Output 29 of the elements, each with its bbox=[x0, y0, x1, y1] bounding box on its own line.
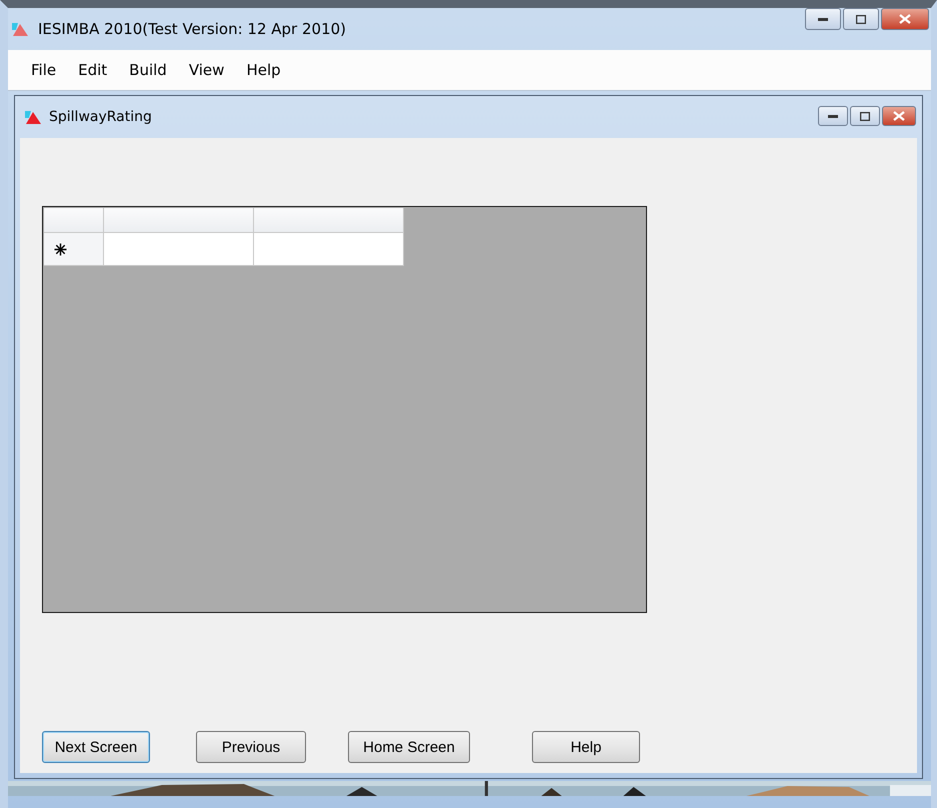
app-icon bbox=[23, 109, 43, 125]
table-cell[interactable] bbox=[254, 233, 404, 266]
close-button[interactable] bbox=[882, 106, 916, 126]
maximize-icon bbox=[856, 14, 866, 24]
dialog-button[interactable]: Previous bbox=[196, 731, 306, 763]
app-icon bbox=[10, 21, 30, 37]
window-title: SpillwayRating bbox=[49, 109, 153, 125]
window-title: IESIMBA 2010(Test Version: 12 Apr 2010) bbox=[38, 20, 348, 38]
dialog-button[interactable]: Help bbox=[532, 731, 640, 763]
minimize-icon bbox=[828, 114, 838, 118]
minimize-button[interactable] bbox=[805, 8, 841, 30]
table-cell[interactable] bbox=[104, 233, 254, 266]
maximize-button[interactable] bbox=[850, 106, 880, 126]
close-icon bbox=[899, 14, 911, 24]
maximize-icon bbox=[860, 112, 870, 120]
menu-item[interactable]: Build bbox=[120, 57, 176, 83]
menu-item[interactable]: Edit bbox=[69, 57, 116, 83]
maximize-button[interactable] bbox=[843, 8, 879, 30]
menu-item[interactable]: File bbox=[22, 57, 66, 83]
minimize-button[interactable] bbox=[818, 106, 848, 126]
dialog-button[interactable]: Home Screen bbox=[348, 731, 470, 763]
corner-header bbox=[44, 208, 104, 233]
close-icon bbox=[893, 111, 905, 121]
menu-item[interactable]: Help bbox=[237, 57, 290, 83]
minimize-icon bbox=[818, 17, 828, 21]
menu-item[interactable]: View bbox=[180, 57, 234, 83]
close-button[interactable] bbox=[881, 8, 929, 30]
row-header[interactable] bbox=[44, 233, 104, 266]
dialog-button[interactable]: Next Screen bbox=[42, 731, 150, 763]
